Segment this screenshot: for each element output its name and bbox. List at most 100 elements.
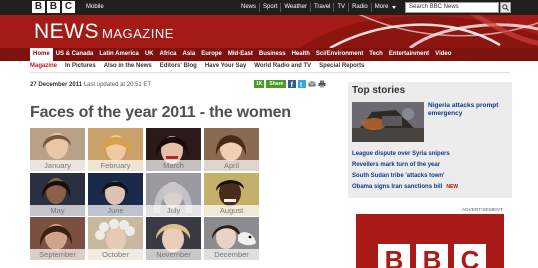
month-tile-june[interactable]: June [88,173,143,216]
month-label: May [30,205,85,216]
lead-story-link[interactable]: Nigeria attacks prompt emergency [428,102,508,118]
section-latin-america[interactable]: Latin America [96,48,141,61]
svg-text:t: t [300,83,302,89]
month-tile-march[interactable]: March [146,128,201,171]
section-entertainment[interactable]: Entertainment [386,48,432,61]
story-link[interactable]: Revellers mark turn of the year [352,162,440,168]
section-nav: Home US & Canada Latin America UK Africa… [0,48,538,61]
advert-label: ADVERTISEMENT [462,207,503,212]
subnav-have-your-say[interactable]: Have Your Say [201,61,250,72]
section-health[interactable]: Health [289,48,313,61]
month-tile-april[interactable]: April [204,128,259,171]
logo-letter: C [62,1,75,13]
search-icon [502,4,509,11]
top-stories-title: Top stories [352,85,406,96]
section-nav-list: Home US & Canada Latin America UK Africa… [30,48,454,61]
section-tech[interactable]: Tech [366,48,386,61]
section-home[interactable]: Home [30,48,53,61]
month-tile-august[interactable]: August [204,173,259,216]
global-bar: B B C Mobile News Sport Weather Travel T… [0,0,538,15]
month-tile-december[interactable]: December [204,217,259,260]
story-link[interactable]: South Sudan tribe 'attacks town' [352,173,445,179]
share-button[interactable]: Share [266,80,287,88]
subnav-editors-blog[interactable]: Editors' Blog [156,61,201,72]
email-icon[interactable] [308,80,317,88]
bbc-logo[interactable]: B B C [32,1,75,13]
story-link[interactable]: League dispute over Syria snipers [352,151,450,157]
section-mid-east[interactable]: Mid-East [225,48,256,61]
masthead-magazine: MAGAZINE [102,26,174,41]
story-link[interactable]: Obama signs Iran sanctions bill NEW [352,184,458,190]
share-tools: 1K Share f t [254,80,326,88]
subnav-world-radio-tv[interactable]: World Radio and TV [250,61,315,72]
subnav-also-in-the-news[interactable]: Also in the News [100,61,156,72]
month-tile-january[interactable]: January [30,128,85,171]
magazine-subnav: Magazine In Pictures Also in the News Ed… [30,61,510,73]
logo-letter: B [378,244,410,268]
section-sci-environment[interactable]: Sci/Environment [313,48,366,61]
story-text: League dispute over Syria snipers [352,151,450,157]
subnav-special-reports[interactable]: Special Reports [315,61,368,72]
article-date: 27 December 2011 [30,82,83,88]
month-label: July [146,205,201,216]
month-label: December [204,249,259,260]
chevron-down-icon [392,6,397,9]
story-text: Obama signs Iran sanctions bill [352,184,443,190]
mobile-link[interactable]: Mobile [86,0,104,15]
month-label: November [146,249,201,260]
subnav-in-pictures[interactable]: In Pictures [61,61,100,72]
month-label: October [88,249,143,260]
section-asia[interactable]: Asia [180,48,199,61]
article-updated: Last updated at 20:51 ET [83,82,152,88]
month-label: April [204,160,259,171]
month-tile-may[interactable]: May [30,173,85,216]
nav-weather[interactable]: Weather [280,3,310,12]
section-uk[interactable]: UK [142,48,157,61]
month-tile-october[interactable]: October [88,217,143,260]
month-label: August [204,205,259,216]
logo-letter: C [454,244,486,268]
share-count: 1K [254,80,265,88]
masthead-news: NEWS [34,20,99,43]
month-label: September [30,249,85,260]
facebook-icon[interactable]: f [288,80,297,88]
advert-banner[interactable]: B B C [356,214,504,268]
logo-letter: B [32,1,45,13]
logo-letter: B [416,244,448,268]
story-text: South Sudan tribe 'attacks town' [352,173,445,179]
article-timestamp: 27 December 2011 Last updated at 20:51 E… [30,82,151,88]
month-label: January [30,160,85,171]
section-business[interactable]: Business [256,48,289,61]
month-tile-september[interactable]: September [30,217,85,260]
month-tile-july[interactable]: July [146,173,201,216]
new-badge: NEW [446,184,459,190]
masthead-title[interactable]: NEWS MAGAZINE [34,20,174,44]
nav-more-label: More [374,4,389,10]
logo-letter: B [47,1,60,13]
section-video[interactable]: Video [432,48,454,61]
month-label: June [88,205,143,216]
nav-sport[interactable]: Sport [259,3,280,12]
nav-tv[interactable]: TV [333,3,348,12]
story-text: Revellers mark turn of the year [352,162,441,168]
month-tile-november[interactable]: November [146,217,201,260]
print-icon[interactable] [318,80,326,88]
month-label: February [88,160,143,171]
section-europe[interactable]: Europe [198,48,225,61]
top-stories-panel: Top stories Nigeria attacks prompt emerg… [348,82,512,198]
nav-more-menu[interactable]: More [370,3,400,12]
subnav-magazine[interactable]: Magazine [30,61,61,72]
search-button[interactable] [500,2,511,13]
global-nav: News Sport Weather Travel TV Radio More [238,0,399,15]
month-tile-february[interactable]: February [88,128,143,171]
section-us-canada[interactable]: US & Canada [53,48,97,61]
month-label: March [146,160,201,171]
twitter-icon[interactable]: t [298,80,307,89]
search-input[interactable]: Search BBC News [405,2,499,13]
nav-news[interactable]: News [238,3,259,12]
lead-story-image[interactable] [352,102,424,142]
section-africa[interactable]: Africa [157,48,180,61]
nav-radio[interactable]: Radio [348,3,371,12]
nav-travel[interactable]: Travel [309,3,333,12]
article-headline: Faces of the year 2011 - the women [30,104,291,121]
